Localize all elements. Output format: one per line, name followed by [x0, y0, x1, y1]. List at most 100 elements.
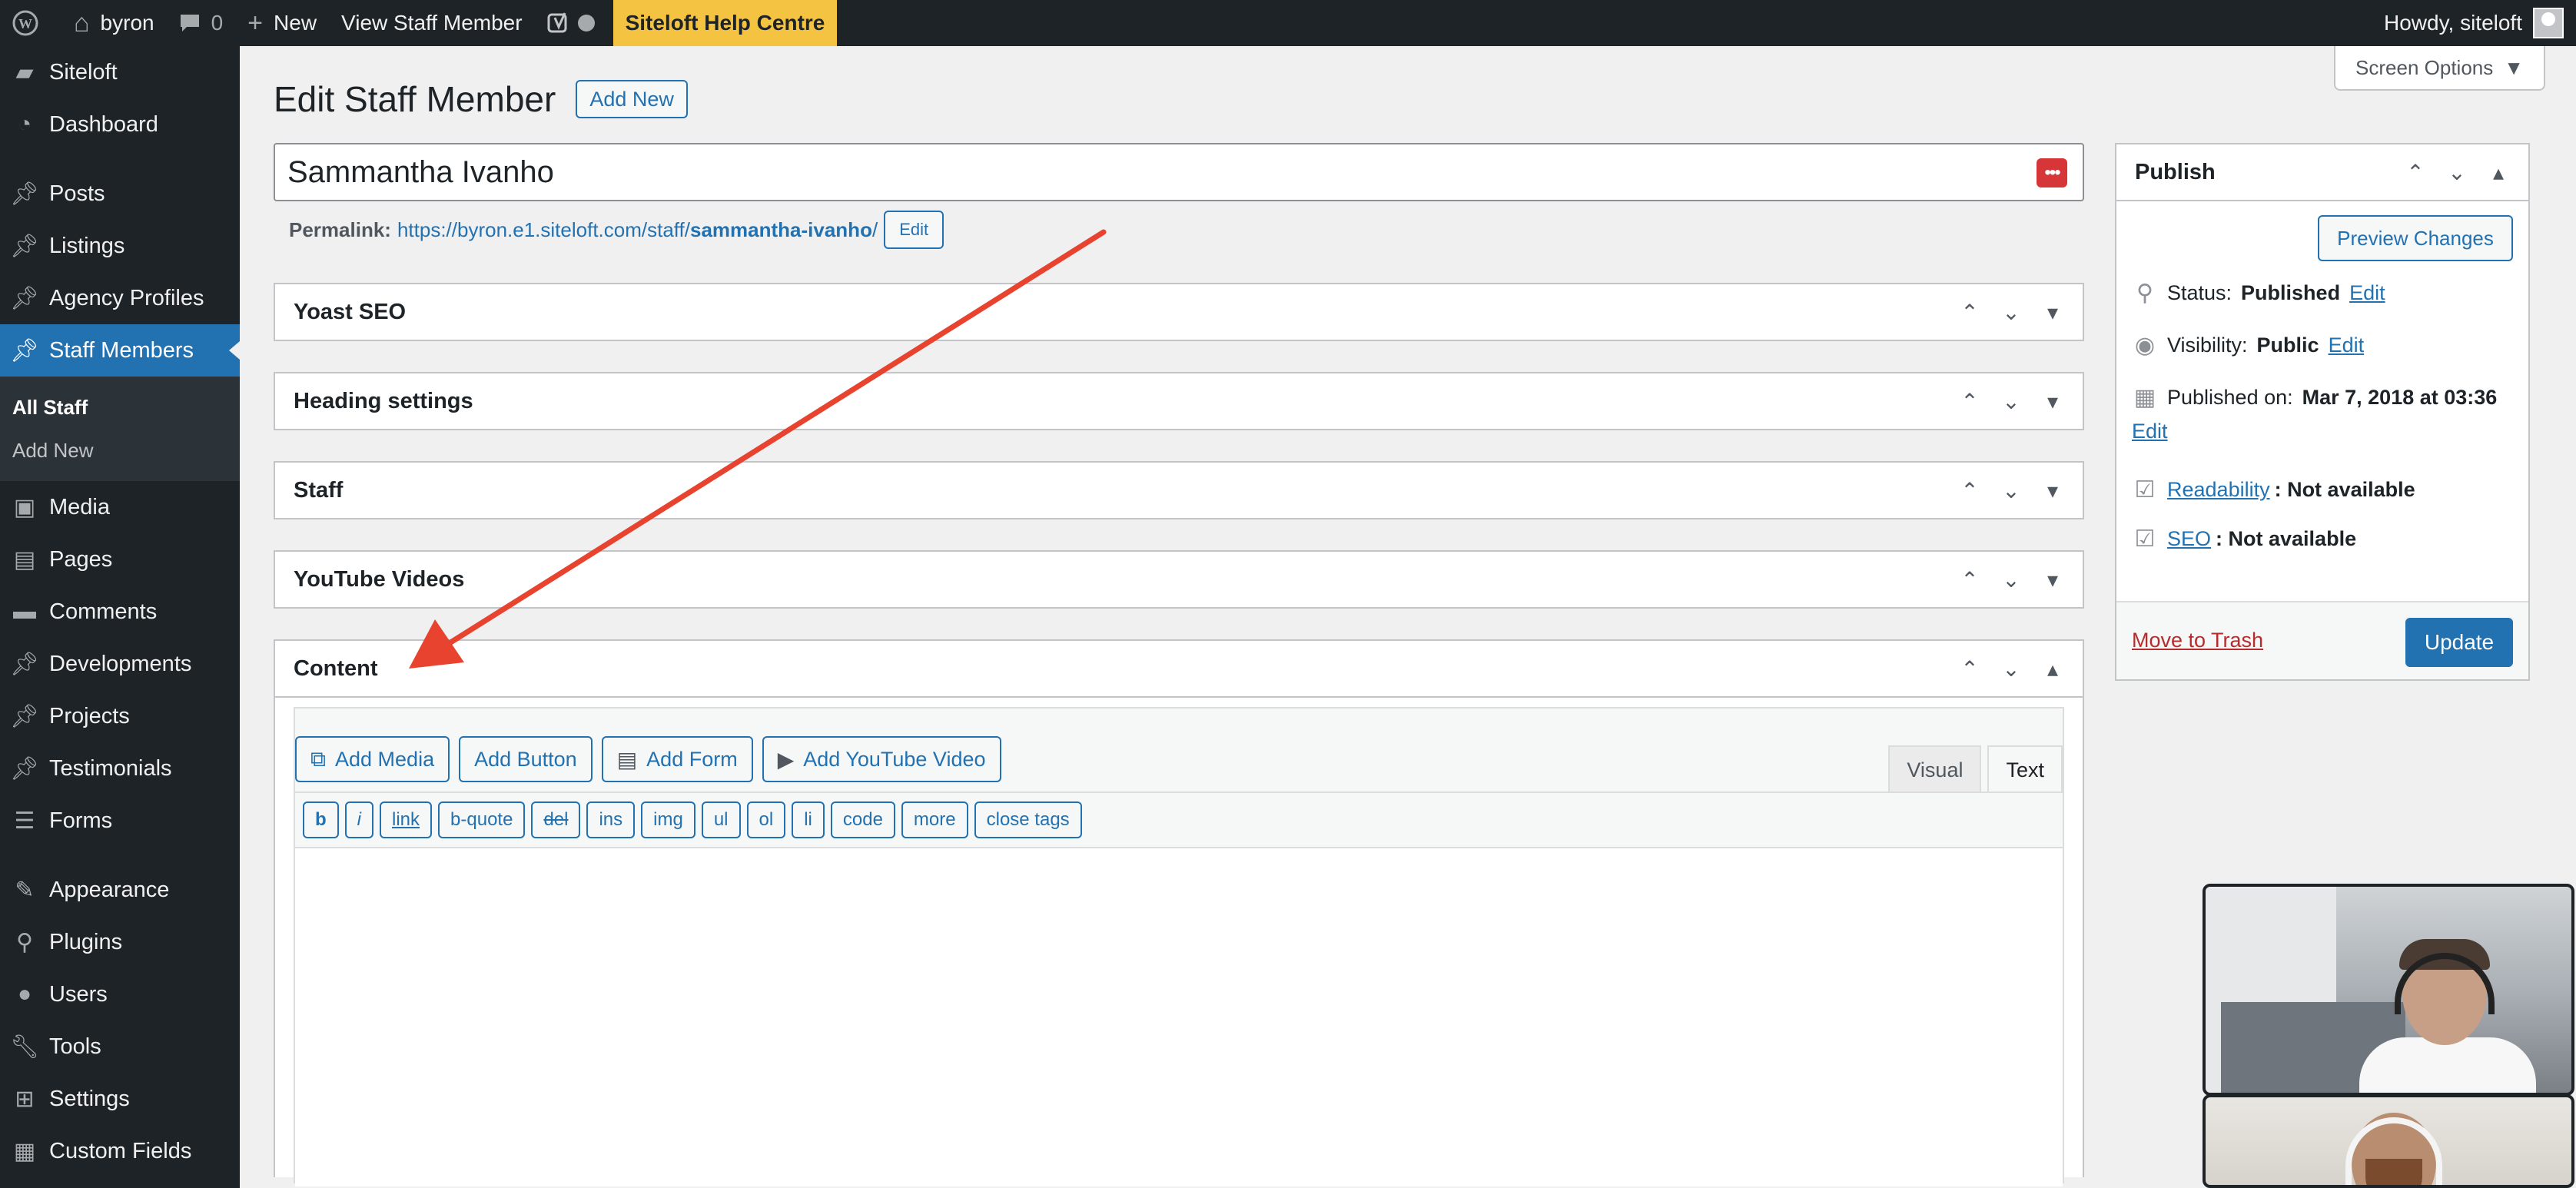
qt-code-button[interactable]: code: [830, 801, 895, 838]
add-new-button[interactable]: Add New: [576, 80, 688, 118]
video-tile-participant-1: [2203, 884, 2574, 1096]
move-down-icon[interactable]: ⌄: [2000, 478, 2023, 503]
move-down-icon[interactable]: ⌄: [2000, 567, 2023, 592]
readability-row: ☑ Readability : Not available: [2132, 476, 2415, 503]
post-title-input[interactable]: Sammantha Ivanho •••: [274, 143, 2084, 201]
sidebar-item-forms[interactable]: ☰ Forms: [0, 795, 240, 847]
sidebar-item-appearance[interactable]: ✎ Appearance: [0, 864, 240, 916]
move-up-icon[interactable]: ⌃: [2404, 160, 2427, 185]
move-down-icon[interactable]: ⌄: [2000, 389, 2023, 414]
add-form-button[interactable]: ▤ Add Form: [601, 736, 753, 782]
metabox-title[interactable]: Heading settings: [275, 389, 1958, 414]
submenu-all-staff[interactable]: All Staff: [0, 386, 240, 429]
sidebar-item-tools[interactable]: 🔧︎ Tools: [0, 1020, 240, 1073]
move-to-trash-link[interactable]: Move to Trash: [2132, 629, 2263, 652]
sidebar-item-custom-fields[interactable]: ▦ Custom Fields: [0, 1125, 240, 1177]
visibility-edit-link[interactable]: Edit: [2329, 334, 2365, 357]
add-youtube-video-button[interactable]: ▶ Add YouTube Video: [762, 736, 1001, 782]
qt-more-button[interactable]: more: [901, 801, 968, 838]
toggle-panel-icon[interactable]: ▾: [2041, 389, 2064, 414]
sidebar-item-listings[interactable]: 📌︎ Listings: [0, 220, 240, 272]
readability-value: : Not available: [2274, 478, 2415, 501]
toggle-panel-icon[interactable]: ▾: [2041, 300, 2064, 325]
sidebar-item-testimonials[interactable]: 📌︎ Testimonials: [0, 742, 240, 795]
metabox-title[interactable]: YouTube Videos: [275, 567, 1958, 592]
yoast-menu[interactable]: [535, 0, 607, 46]
qt-ins-button[interactable]: ins: [586, 801, 636, 838]
preview-changes-button[interactable]: Preview Changes: [2318, 215, 2513, 261]
pin-icon: 📌︎: [9, 755, 40, 781]
siteloft-icon: ▰: [15, 59, 34, 85]
permalink-edit-button[interactable]: Edit: [884, 211, 944, 249]
qt-del-button[interactable]: del: [531, 801, 581, 838]
qt-ul-button[interactable]: ul: [701, 801, 741, 838]
comments-link[interactable]: 0: [167, 0, 236, 46]
view-staff-member-link[interactable]: View Staff Member: [329, 0, 535, 46]
publish-title[interactable]: Publish: [2116, 160, 2404, 185]
move-up-icon[interactable]: ⌃: [1958, 300, 1981, 325]
metabox-title[interactable]: Yoast SEO: [275, 300, 1958, 325]
tab-visual[interactable]: Visual: [1888, 745, 1982, 793]
toggle-panel-icon[interactable]: ▴: [2487, 160, 2510, 185]
qt-img-button[interactable]: img: [641, 801, 695, 838]
toggle-panel-icon[interactable]: ▾: [2041, 567, 2064, 592]
sidebar-item-posts[interactable]: 📌︎ Posts: [0, 168, 240, 220]
sidebar-item-media[interactable]: ▣ Media: [0, 481, 240, 533]
qt-blockquote-button[interactable]: b-quote: [438, 801, 526, 838]
sidebar-item-agency-profiles[interactable]: 📌︎ Agency Profiles: [0, 272, 240, 324]
published-edit-link[interactable]: Edit: [2132, 420, 2168, 443]
qt-ol-button[interactable]: ol: [746, 801, 786, 838]
add-media-button[interactable]: ⧉ Add Media: [295, 736, 450, 782]
move-up-icon[interactable]: ⌃: [1958, 389, 1981, 414]
qt-li-button[interactable]: li: [792, 801, 825, 838]
sidebar-item-plugins[interactable]: ⚲ Plugins: [0, 916, 240, 968]
metabox-title[interactable]: Content: [275, 656, 1958, 682]
seo-value: : Not available: [2216, 527, 2357, 550]
sidebar-item-projects[interactable]: 📌︎ Projects: [0, 690, 240, 742]
move-up-icon[interactable]: ⌃: [1958, 656, 1981, 682]
move-up-icon[interactable]: ⌃: [1958, 478, 1981, 503]
move-up-icon[interactable]: ⌃: [1958, 567, 1981, 592]
sidebar-item-developments[interactable]: 📌︎ Developments: [0, 638, 240, 690]
qt-close-tags-button[interactable]: close tags: [974, 801, 1082, 838]
status-edit-link[interactable]: Edit: [2349, 281, 2385, 305]
person-body: [2359, 1037, 2536, 1093]
qt-bold-button[interactable]: b: [303, 801, 339, 838]
my-account[interactable]: Howdy, siteloft: [2372, 0, 2576, 46]
appearance-icon: ✎: [15, 877, 35, 903]
screen-options-button[interactable]: Screen Options ▼: [2334, 46, 2545, 91]
sidebar-item-label: Testimonials: [49, 755, 172, 781]
add-button-button[interactable]: Add Button: [459, 736, 593, 782]
sidebar-item-pages[interactable]: ▤ Pages: [0, 533, 240, 586]
sidebar-item-label: Media: [49, 494, 110, 519]
move-down-icon[interactable]: ⌄: [2000, 300, 2023, 325]
update-button[interactable]: Update: [2405, 618, 2513, 667]
sidebar-item-staff-members[interactable]: 📌︎ Staff Members: [0, 324, 240, 377]
move-down-icon[interactable]: ⌄: [2000, 656, 2023, 682]
permalink-url[interactable]: https://byron.e1.siteloft.com/staff/samm…: [397, 218, 878, 242]
qt-link-button[interactable]: link: [380, 801, 433, 838]
qt-italic-button[interactable]: i: [344, 801, 374, 838]
seo-link[interactable]: SEO: [2167, 527, 2211, 551]
sidebar-item-users[interactable]: ● Users: [0, 968, 240, 1020]
readability-link[interactable]: Readability: [2167, 478, 2270, 502]
metabox-title[interactable]: Staff: [275, 478, 1958, 503]
sidebar-item-dashboard[interactable]: ◔ Dashboard: [0, 98, 240, 151]
sidebar-item-label: Forms: [49, 808, 113, 833]
submenu-add-new[interactable]: Add New: [0, 429, 240, 472]
content-textarea[interactable]: [295, 848, 2063, 1186]
sidebar-item-comments[interactable]: ▬ Comments: [0, 586, 240, 638]
sidebar-item-settings[interactable]: ⊞ Settings: [0, 1073, 240, 1125]
tab-text[interactable]: Text: [1987, 745, 2063, 793]
toggle-panel-icon[interactable]: ▴: [2041, 656, 2064, 682]
toggle-panel-icon[interactable]: ▾: [2041, 478, 2064, 503]
sidebar-item-label: Dashboard: [49, 111, 158, 137]
wordpress-logo[interactable]: W: [0, 0, 61, 46]
sidebar-item-siteloft[interactable]: ▰ Siteloft: [0, 46, 240, 98]
help-centre-link[interactable]: Siteloft Help Centre: [612, 0, 838, 46]
password-manager-icon[interactable]: •••: [2037, 158, 2067, 187]
move-down-icon[interactable]: ⌄: [2445, 160, 2468, 185]
site-name-link[interactable]: ⌂ byron: [61, 0, 167, 46]
new-label: New: [274, 11, 317, 35]
new-content-link[interactable]: + New: [235, 0, 329, 46]
